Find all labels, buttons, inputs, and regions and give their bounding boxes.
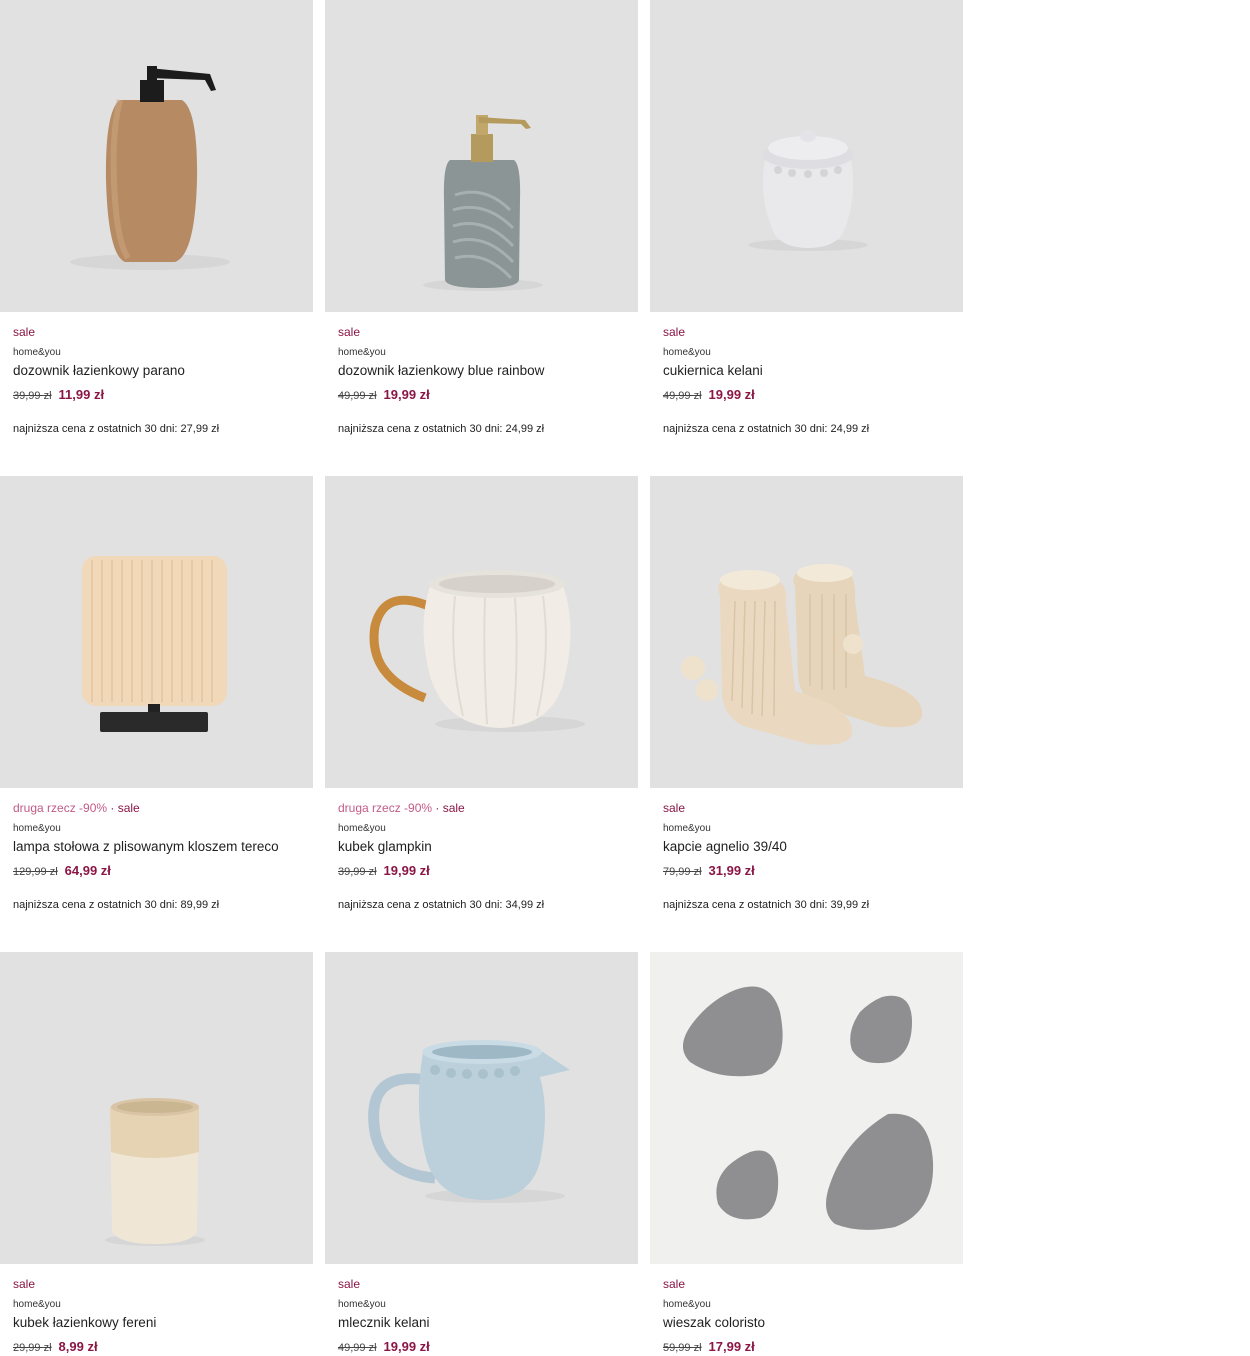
price-row: 49,99 zł 19,99 zł [663,387,950,404]
lowest-price-note: najniższa cena z ostatnich 30 dni: 89,99… [13,899,220,911]
price-row: 49,99 zł 19,99 zł [338,387,625,404]
brand-label: home&you [13,347,61,358]
product-title[interactable]: cukiernica kelani [663,362,950,379]
product-card[interactable]: sale home&you wieszak coloristo 59,99 zł… [650,952,963,1356]
brand-label: home&you [13,823,61,834]
sale-badge: sale [338,1277,361,1291]
price-row: 79,99 zł 31,99 zł [663,863,950,880]
sale-price: 8,99 zł [58,1339,98,1354]
product-title[interactable]: dozownik łazienkowy blue rainbow [338,362,625,379]
price-row: 39,99 zł 11,99 zł [13,387,300,404]
price-row: 129,99 zł 64,99 zł [13,863,300,880]
product-card[interactable]: sale home&you mlecznik kelani 49,99 zł 19… [325,952,638,1356]
mug-image[interactable] [325,476,638,788]
old-price: 79,99 zł [663,866,702,878]
sugar-bowl-image[interactable] [650,0,963,312]
product-card[interactable]: sale home&you dozownik łazienkowy parano… [0,0,313,436]
old-price: 39,99 zł [13,390,52,402]
product-title[interactable]: mlecznik kelani [338,1314,625,1331]
product-card[interactable]: druga rzecz -90% · sale home&you lampa s… [0,476,313,912]
lowest-price-note: najniższa cena z ostatnich 30 dni: 39,99… [663,899,870,911]
price-row: 39,99 zł 19,99 zł [338,863,625,880]
bathroom-cup-image[interactable] [0,952,313,1264]
price-row: 29,99 zł 8,99 zł [13,1339,300,1356]
soap-dispenser-image[interactable] [0,0,313,312]
old-price: 49,99 zł [663,390,702,402]
sale-price: 17,99 zł [708,1339,755,1354]
brand-label: home&you [663,347,711,358]
lowest-price-note: najniższa cena z ostatnich 30 dni: 34,99… [338,899,545,911]
sale-price: 11,99 zł [58,387,105,402]
lowest-price-note: najniższa cena z ostatnich 30 dni: 24,99… [338,423,545,435]
product-card[interactable]: druga rzecz -90% · sale home&you kubek g… [325,476,638,912]
sale-price: 64,99 zł [64,863,111,878]
sale-badge: sale [663,325,686,339]
table-lamp-image[interactable] [0,476,313,788]
sale-price: 19,99 zł [383,863,430,878]
old-price: 39,99 zł [338,866,377,878]
brand-label: home&you [338,1299,386,1310]
product-card[interactable]: sale home&you dozownik łazienkowy blue r… [325,0,638,436]
lowest-price-note: najniższa cena z ostatnich 30 dni: 27,99… [13,423,220,435]
product-title[interactable]: lampa stołowa z plisowanym kloszem terec… [13,838,300,855]
old-price: 49,99 zł [338,390,377,402]
product-title[interactable]: dozownik łazienkowy parano [13,362,300,379]
sale-price: 19,99 zł [708,387,755,402]
sale-price: 19,99 zł [383,387,430,402]
brand-label: home&you [338,347,386,358]
sale-price: 31,99 zł [708,863,755,878]
sale-badge: sale [663,801,686,815]
sale-badge: sale [13,1277,36,1291]
price-row: 59,99 zł 17,99 zł [663,1339,950,1356]
soap-dispenser-image[interactable] [325,0,638,312]
sale-badge: druga rzecz -90% · sale [338,801,465,815]
product-card[interactable]: sale home&you kapcie agnelio 39/40 79,99… [650,476,963,912]
sale-badge: sale [338,325,361,339]
lowest-price-note: najniższa cena z ostatnich 30 dni: 24,99… [663,423,870,435]
product-title[interactable]: kapcie agnelio 39/40 [663,838,950,855]
price-row: 49,99 zł 19,99 zł [338,1339,625,1356]
sale-badge: sale [13,325,36,339]
sale-price: 19,99 zł [383,1339,430,1354]
slippers-image[interactable] [650,476,963,788]
brand-label: home&you [663,1299,711,1310]
product-title[interactable]: wieszak coloristo [663,1314,950,1331]
wall-hooks-image[interactable] [650,952,963,1264]
product-card[interactable]: sale home&you cukiernica kelani 49,99 zł… [650,0,963,436]
brand-label: home&you [338,823,386,834]
brand-label: home&you [663,823,711,834]
brand-label: home&you [13,1299,61,1310]
milk-jug-image[interactable] [325,952,638,1264]
sale-badge: druga rzecz -90% · sale [13,801,140,815]
sale-badge: sale [663,1277,686,1291]
product-title[interactable]: kubek łazienkowy fereni [13,1314,300,1331]
product-card[interactable]: sale home&you kubek łazienkowy fereni 29… [0,952,313,1356]
product-title[interactable]: kubek glampkin [338,838,625,855]
old-price: 129,99 zł [13,866,58,878]
